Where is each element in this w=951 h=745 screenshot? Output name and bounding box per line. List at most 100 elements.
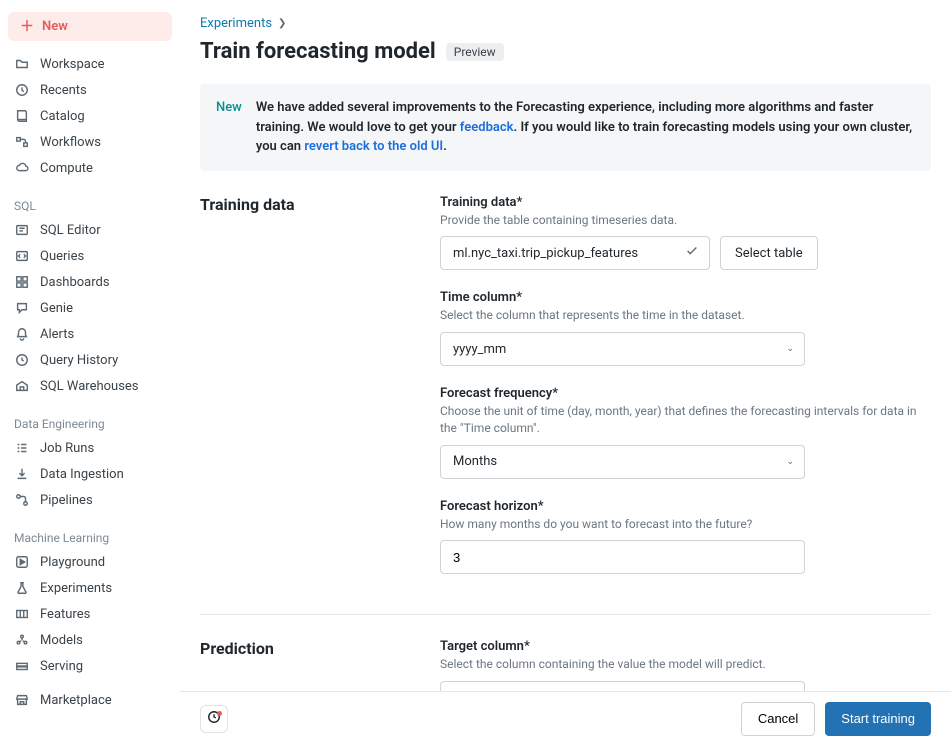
play-icon	[14, 554, 30, 570]
new-label: New	[42, 19, 68, 34]
features-icon	[14, 606, 30, 622]
sidebar-item-features[interactable]: Features	[0, 601, 180, 627]
sidebar-item-sql-warehouses[interactable]: SQL Warehouses	[0, 373, 180, 399]
field-time-column: Time column* Select the column that repr…	[440, 290, 931, 366]
sidebar-item-models[interactable]: Models	[0, 627, 180, 653]
sidebar-header-sql: SQL	[0, 189, 180, 217]
sidebar-item-label: Catalog	[40, 109, 85, 124]
field-help: Select the column that represents the ti…	[440, 307, 931, 324]
models-icon	[14, 632, 30, 648]
field-frequency: Forecast frequency* Choose the unit of t…	[440, 386, 931, 479]
sidebar-item-recents[interactable]: Recents	[0, 77, 180, 103]
sidebar-item-label: Dashboards	[40, 275, 110, 290]
sidebar-item-label: Experiments	[40, 581, 112, 596]
start-training-button[interactable]: Start training	[825, 702, 931, 736]
banner-text: We have added several improvements to th…	[256, 98, 915, 157]
sidebar-item-queries[interactable]: Queries	[0, 243, 180, 269]
dashboard-icon	[14, 274, 30, 290]
sidebar-header-ml: Machine Learning	[0, 521, 180, 549]
chevron-right-icon: ❯	[278, 18, 286, 29]
list-icon	[14, 440, 30, 456]
store-icon	[14, 692, 30, 708]
sidebar-item-label: SQL Warehouses	[40, 379, 139, 394]
info-banner: New We have added several improvements t…	[200, 84, 931, 171]
sql-icon	[14, 222, 30, 238]
book-icon	[14, 108, 30, 124]
chevron-down-icon: ⌄	[786, 457, 794, 467]
field-label: Time column*	[440, 290, 931, 305]
section-training: Training data Training data* Provide the…	[200, 195, 931, 595]
chevron-down-icon: ⌄	[786, 344, 794, 354]
time-column-select[interactable]: yyyy_mm ⌄	[440, 332, 805, 366]
sidebar-item-label: Marketplace	[40, 693, 112, 708]
section-title: Training data	[200, 195, 420, 595]
sidebar-item-label: Workspace	[40, 57, 105, 72]
sidebar-item-workflows[interactable]: Workflows	[0, 129, 180, 155]
sidebar-item-label: Alerts	[40, 327, 74, 342]
training-data-input[interactable]: ml.nyc_taxi.trip_pickup_features	[440, 236, 710, 270]
flask-icon	[14, 580, 30, 596]
sidebar-item-compute[interactable]: Compute	[0, 155, 180, 181]
banner-new-label: New	[216, 98, 242, 118]
folder-icon	[14, 56, 30, 72]
sidebar-item-label: Genie	[40, 301, 73, 316]
workflow-icon	[14, 134, 30, 150]
field-horizon: Forecast horizon* How many months do you…	[440, 499, 931, 575]
warehouse-icon	[14, 378, 30, 394]
bell-icon	[14, 326, 30, 342]
sidebar-item-experiments[interactable]: Experiments	[0, 575, 180, 601]
sidebar-item-dashboards[interactable]: Dashboards	[0, 269, 180, 295]
status-pill[interactable]	[200, 705, 228, 733]
sidebar-item-data-ingestion[interactable]: Data Ingestion	[0, 461, 180, 487]
field-help: Select the column containing the value t…	[440, 656, 931, 673]
sidebar-item-catalog[interactable]: Catalog	[0, 103, 180, 129]
check-icon	[685, 244, 699, 262]
sidebar-item-query-history[interactable]: Query History	[0, 347, 180, 373]
queries-icon	[14, 248, 30, 264]
cloud-icon	[14, 160, 30, 176]
divider	[200, 614, 931, 615]
chat-icon	[14, 300, 30, 316]
revert-link[interactable]: revert back to the old UI	[304, 139, 443, 154]
field-help: Provide the table containing timeseries …	[440, 212, 931, 229]
sidebar: ＋ New Workspace Recents Catalog Workflow…	[0, 0, 180, 745]
breadcrumb-link[interactable]: Experiments	[200, 16, 272, 31]
page-title: Train forecasting model	[200, 39, 436, 64]
select-table-button[interactable]: Select table	[720, 236, 818, 270]
field-label: Target column*	[440, 639, 931, 654]
field-label: Training data*	[440, 195, 931, 210]
feedback-link[interactable]: feedback	[460, 120, 514, 135]
sidebar-item-label: Job Runs	[40, 441, 94, 456]
sidebar-item-label: SQL Editor	[40, 223, 101, 238]
breadcrumb: Experiments ❯	[200, 16, 931, 31]
title-row: Train forecasting model Preview	[200, 39, 931, 64]
sidebar-item-label: Queries	[40, 249, 84, 264]
sidebar-item-workspace[interactable]: Workspace	[0, 51, 180, 77]
sidebar-item-label: Playground	[40, 555, 105, 570]
horizon-input[interactable]	[440, 540, 805, 574]
sidebar-item-label: Serving	[40, 659, 83, 674]
sidebar-item-marketplace[interactable]: Marketplace	[0, 687, 180, 713]
status-dot	[217, 711, 222, 716]
sidebar-item-label: Features	[40, 607, 90, 622]
main: Experiments ❯ Train forecasting model Pr…	[180, 0, 951, 745]
sidebar-item-label: Workflows	[40, 135, 101, 150]
sidebar-item-pipelines[interactable]: Pipelines	[0, 487, 180, 513]
sidebar-item-job-runs[interactable]: Job Runs	[0, 435, 180, 461]
new-button[interactable]: ＋ New	[8, 12, 172, 41]
field-label: Forecast horizon*	[440, 499, 931, 514]
sidebar-header-de: Data Engineering	[0, 407, 180, 435]
sidebar-item-label: Models	[40, 633, 83, 648]
content: Experiments ❯ Train forecasting model Pr…	[180, 0, 951, 745]
cancel-button[interactable]: Cancel	[741, 702, 815, 736]
preview-badge: Preview	[446, 43, 504, 61]
sidebar-item-playground[interactable]: Playground	[0, 549, 180, 575]
field-help: Choose the unit of time (day, month, yea…	[440, 403, 931, 437]
sidebar-item-label: Data Ingestion	[40, 467, 124, 482]
sidebar-item-alerts[interactable]: Alerts	[0, 321, 180, 347]
frequency-select[interactable]: Months ⌄	[440, 445, 805, 479]
sidebar-item-serving[interactable]: Serving	[0, 653, 180, 679]
sidebar-item-genie[interactable]: Genie	[0, 295, 180, 321]
sidebar-item-sql-editor[interactable]: SQL Editor	[0, 217, 180, 243]
field-help: How many months do you want to forecast …	[440, 516, 931, 533]
